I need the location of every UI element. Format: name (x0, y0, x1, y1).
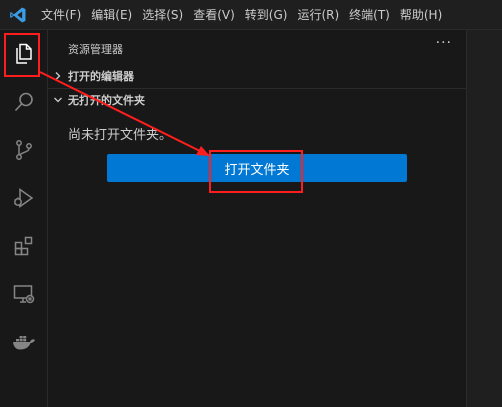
docker-icon[interactable] (0, 318, 48, 366)
activity-bar (0, 30, 48, 407)
menu-run[interactable]: 运行(R) (292, 0, 344, 30)
extensions-icon[interactable] (0, 222, 48, 270)
editor-area-edge (466, 30, 502, 407)
section-no-folder[interactable]: 无打开的文件夹 (48, 89, 466, 111)
explorer-sidebar: 资源管理器 ··· 打开的编辑器 无打开的文件夹 尚未打开文件夹。 打开文件夹 (48, 30, 466, 407)
section-no-folder-label: 无打开的文件夹 (68, 94, 145, 107)
remote-explorer-icon[interactable] (0, 270, 48, 318)
menu-help[interactable]: 帮助(H) (395, 0, 447, 30)
menu-go[interactable]: 转到(G) (240, 0, 293, 30)
chevron-right-icon (48, 71, 68, 81)
menu-selection[interactable]: 选择(S) (137, 0, 188, 30)
explorer-icon[interactable] (0, 30, 48, 78)
menu-edit[interactable]: 编辑(E) (86, 0, 137, 30)
empty-folder-message: 尚未打开文件夹。 (68, 128, 173, 143)
chevron-down-icon (48, 95, 68, 105)
title-bar: 文件(F) 编辑(E) 选择(S) 查看(V) 转到(G) 运行(R) 终端(T… (0, 0, 502, 30)
more-actions-button[interactable]: ··· (436, 35, 452, 51)
open-folder-button[interactable]: 打开文件夹 (107, 154, 407, 182)
vscode-logo-icon (0, 0, 36, 30)
source-control-icon[interactable] (0, 126, 48, 174)
menu-bar: 文件(F) 编辑(E) 选择(S) 查看(V) 转到(G) 运行(R) 终端(T… (36, 0, 447, 30)
run-debug-icon[interactable] (0, 174, 48, 222)
search-icon[interactable] (0, 78, 48, 126)
section-open-editors[interactable]: 打开的编辑器 (48, 65, 466, 87)
section-open-editors-label: 打开的编辑器 (68, 70, 134, 83)
menu-file[interactable]: 文件(F) (36, 0, 86, 30)
menu-terminal[interactable]: 终端(T) (344, 0, 395, 30)
sidebar-title: 资源管理器 (68, 43, 123, 56)
menu-view[interactable]: 查看(V) (188, 0, 240, 30)
